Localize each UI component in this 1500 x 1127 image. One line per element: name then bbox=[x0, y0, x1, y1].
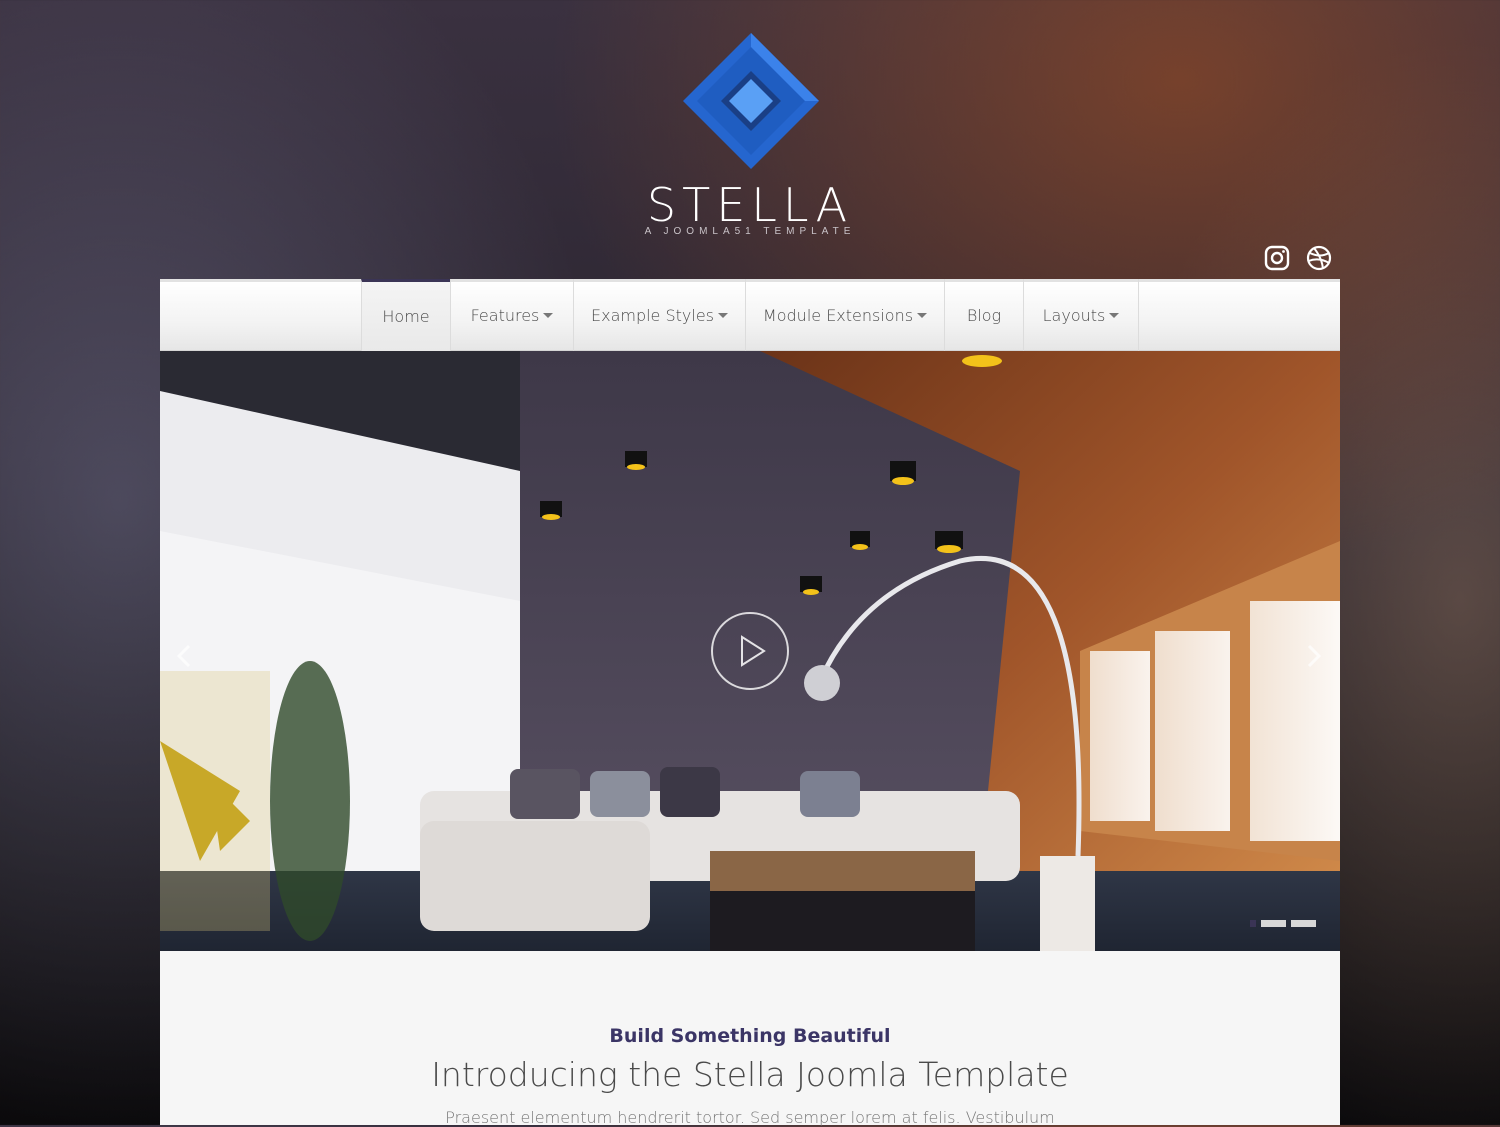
intro-body: Praesent elementum hendrerit tortor. Sed… bbox=[445, 1108, 1055, 1127]
intro-title: Introducing the Stella Joomla Template bbox=[431, 1055, 1069, 1094]
caret-down-icon bbox=[917, 312, 928, 318]
nav-item-home[interactable]: Home bbox=[361, 279, 450, 351]
slider-dot-1[interactable] bbox=[1250, 920, 1256, 927]
caret-down-icon bbox=[1109, 312, 1120, 318]
nav-label: Module Extensions bbox=[762, 305, 914, 325]
chevron-left-icon[interactable] bbox=[170, 641, 200, 671]
nav-item-features[interactable]: Features bbox=[450, 279, 573, 351]
instagram-icon[interactable] bbox=[1263, 244, 1291, 272]
intro-section: Build Something Beautiful Introducing th… bbox=[160, 951, 1340, 1127]
slider-pagination bbox=[1250, 920, 1316, 927]
main-navbar: Home Features Example Styles Module Exte… bbox=[160, 279, 1340, 351]
play-icon[interactable] bbox=[710, 611, 790, 691]
nav-label: Layouts bbox=[1042, 305, 1106, 325]
intro-kicker: Build Something Beautiful bbox=[609, 1025, 891, 1047]
nav-label: Example Styles bbox=[590, 305, 715, 325]
nav-label: Features bbox=[470, 305, 540, 325]
main-container: Home Features Example Styles Module Exte… bbox=[160, 279, 1340, 1127]
slider-dot-2[interactable] bbox=[1261, 920, 1286, 927]
nav-label: Blog bbox=[966, 305, 1002, 325]
nav-item-blog[interactable]: Blog bbox=[944, 279, 1023, 351]
nav-label: Home bbox=[382, 307, 430, 326]
dribbble-icon[interactable] bbox=[1305, 244, 1333, 272]
nav-menu: Home Features Example Styles Module Exte… bbox=[361, 279, 1139, 351]
nav-item-example-styles[interactable]: Example Styles bbox=[573, 279, 745, 351]
caret-down-icon bbox=[543, 312, 554, 318]
nav-item-module-extensions[interactable]: Module Extensions bbox=[745, 279, 944, 351]
hero-slider[interactable] bbox=[160, 351, 1340, 951]
nav-item-layouts[interactable]: Layouts bbox=[1023, 279, 1139, 351]
caret-down-icon bbox=[718, 312, 729, 318]
diamond-logo-icon[interactable] bbox=[683, 33, 819, 169]
site-subtitle: A JOOMLA51 TEMPLATE bbox=[644, 226, 856, 237]
site-title[interactable]: STELLA bbox=[0, 178, 1500, 232]
chevron-right-icon[interactable] bbox=[1298, 641, 1328, 671]
header-logo-area: STELLA A JOOMLA51 TEMPLATE bbox=[0, 0, 1500, 240]
slider-dot-3[interactable] bbox=[1291, 920, 1316, 927]
